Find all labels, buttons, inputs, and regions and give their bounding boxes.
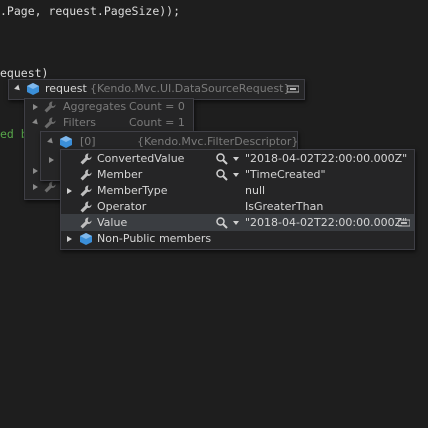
wrench-icon — [80, 201, 92, 213]
cube-icon — [27, 83, 39, 95]
field-value[interactable]: "2018-04-02T22:00:00.000Z" — [245, 215, 407, 231]
list-item[interactable]: Filters Count = 1 — [25, 115, 193, 131]
table-row[interactable]: MemberType null — [61, 183, 414, 199]
filters-name: Filters — [63, 116, 96, 129]
magnifier-icon[interactable] — [215, 152, 229, 166]
datatip-root-name: request — [45, 82, 87, 95]
chevron-down-icon[interactable] — [233, 221, 239, 225]
expand-arrow-icon[interactable] — [67, 236, 72, 242]
list-item[interactable]: Aggregates Count = 0 — [25, 99, 193, 115]
datatip-level4: ConvertedValue "2018-04-02T22:00:00.000Z… — [60, 149, 415, 250]
wrench-icon — [80, 153, 92, 165]
chevron-down-icon[interactable] — [233, 173, 239, 177]
wrench-icon — [80, 217, 92, 229]
pin-icon[interactable] — [287, 84, 299, 94]
aggregates-name: Aggregates — [63, 100, 127, 113]
field-name: MemberType — [97, 184, 168, 197]
filters-value: Count = 1 — [129, 116, 185, 129]
code-line: equest) — [0, 66, 49, 80]
expand-arrow-icon[interactable] — [33, 104, 38, 110]
table-row[interactable]: Non-Public members — [61, 231, 414, 247]
table-row[interactable]: ConvertedValue "2018-04-02T22:00:00.000Z… — [61, 151, 414, 167]
field-value[interactable]: null — [245, 183, 265, 199]
field-name: Member — [97, 168, 143, 181]
table-row[interactable]: Member "TimeCreated" — [61, 167, 414, 183]
expand-arrow-icon[interactable] — [33, 184, 38, 190]
aggregates-value: Count = 0 — [129, 100, 185, 113]
field-value[interactable]: "2018-04-02T22:00:00.000Z" — [245, 151, 407, 167]
wrench-icon — [44, 117, 56, 129]
collapse-arrow-icon[interactable] — [14, 84, 22, 93]
datatip-root: request {Kendo.Mvc.UI.DataSourceRequest} — [8, 79, 305, 100]
datatip-root-type: {Kendo.Mvc.UI.DataSourceRequest} — [90, 82, 291, 95]
item0-name: [0] — [80, 135, 96, 148]
field-name: ConvertedValue — [97, 152, 185, 165]
nonpublic-members: Non-Public members — [97, 232, 212, 245]
wrench-icon — [44, 101, 56, 113]
expand-arrow-icon[interactable] — [33, 168, 38, 174]
wrench-icon — [44, 181, 56, 193]
field-value[interactable]: "TimeCreated" — [245, 167, 326, 183]
field-value[interactable]: IsGreaterThan — [245, 199, 323, 215]
expand-arrow-icon[interactable] — [49, 157, 54, 163]
wrench-icon — [80, 185, 92, 197]
table-row[interactable]: Value "2018-04-02T22:00:00.000Z" — [61, 215, 414, 231]
magnifier-icon[interactable] — [215, 216, 229, 230]
cube-icon — [60, 136, 72, 148]
table-row[interactable]: Operator IsGreaterThan — [61, 199, 414, 215]
field-name: Operator — [97, 200, 147, 213]
wrench-icon — [80, 169, 92, 181]
magnifier-icon[interactable] — [215, 168, 229, 182]
chevron-down-icon[interactable] — [233, 157, 239, 161]
cube-icon — [80, 233, 92, 245]
pin-icon[interactable] — [398, 218, 410, 228]
expand-arrow-icon[interactable] — [67, 188, 72, 194]
code-line: .Page, request.PageSize)); — [0, 4, 181, 18]
collapse-arrow-icon[interactable] — [32, 118, 40, 127]
field-name: Value — [97, 216, 128, 229]
collapse-arrow-icon[interactable] — [47, 137, 55, 146]
item0-type: {Kendo.Mvc.FilterDescriptor} — [137, 135, 299, 148]
